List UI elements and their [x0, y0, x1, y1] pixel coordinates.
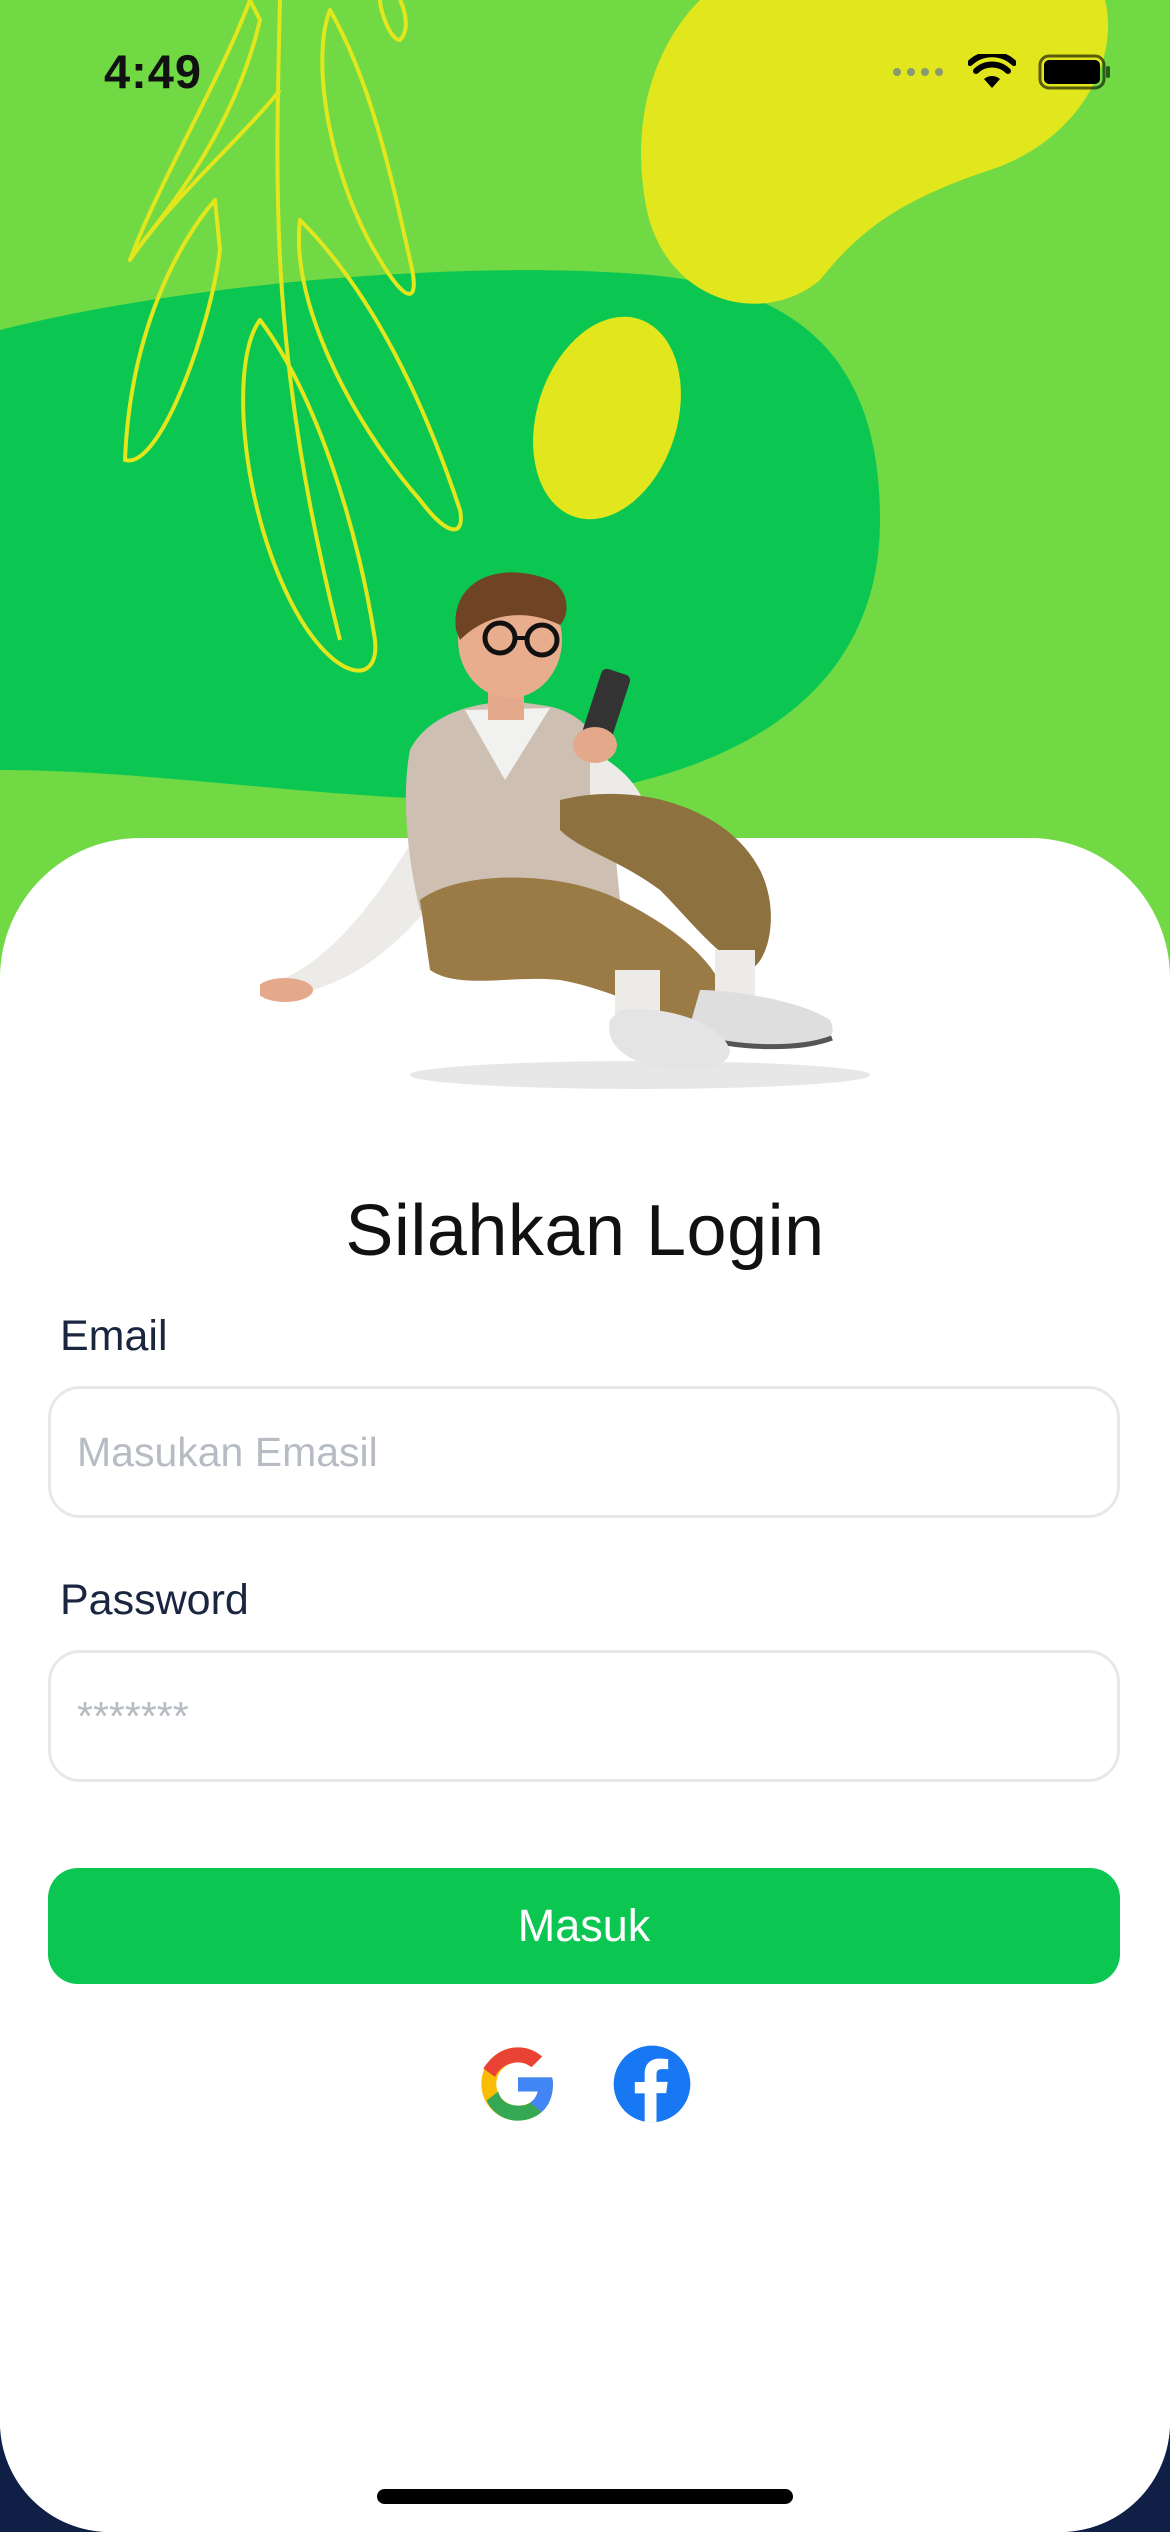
password-input[interactable]	[48, 1650, 1120, 1782]
login-button-label: Masuk	[517, 1900, 651, 1951]
status-time: 4:49	[104, 45, 203, 98]
email-input[interactable]	[48, 1386, 1120, 1518]
signal-icon	[893, 68, 943, 76]
home-indicator	[377, 2489, 793, 2504]
status-icons	[892, 54, 1112, 90]
login-screen: 4:49 Silahkan Login Email Masukan Emasil…	[0, 0, 1170, 2532]
facebook-icon[interactable]	[612, 2044, 692, 2124]
google-icon[interactable]	[478, 2044, 558, 2124]
wifi-icon	[968, 54, 1016, 88]
password-label: Password	[60, 1576, 249, 1624]
page-title: Silahkan Login	[345, 1191, 825, 1271]
battery-icon	[1038, 54, 1110, 90]
person-illustration	[260, 572, 870, 1089]
login-button[interactable]: Masuk	[48, 1868, 1120, 1984]
email-label: Email	[60, 1312, 168, 1360]
